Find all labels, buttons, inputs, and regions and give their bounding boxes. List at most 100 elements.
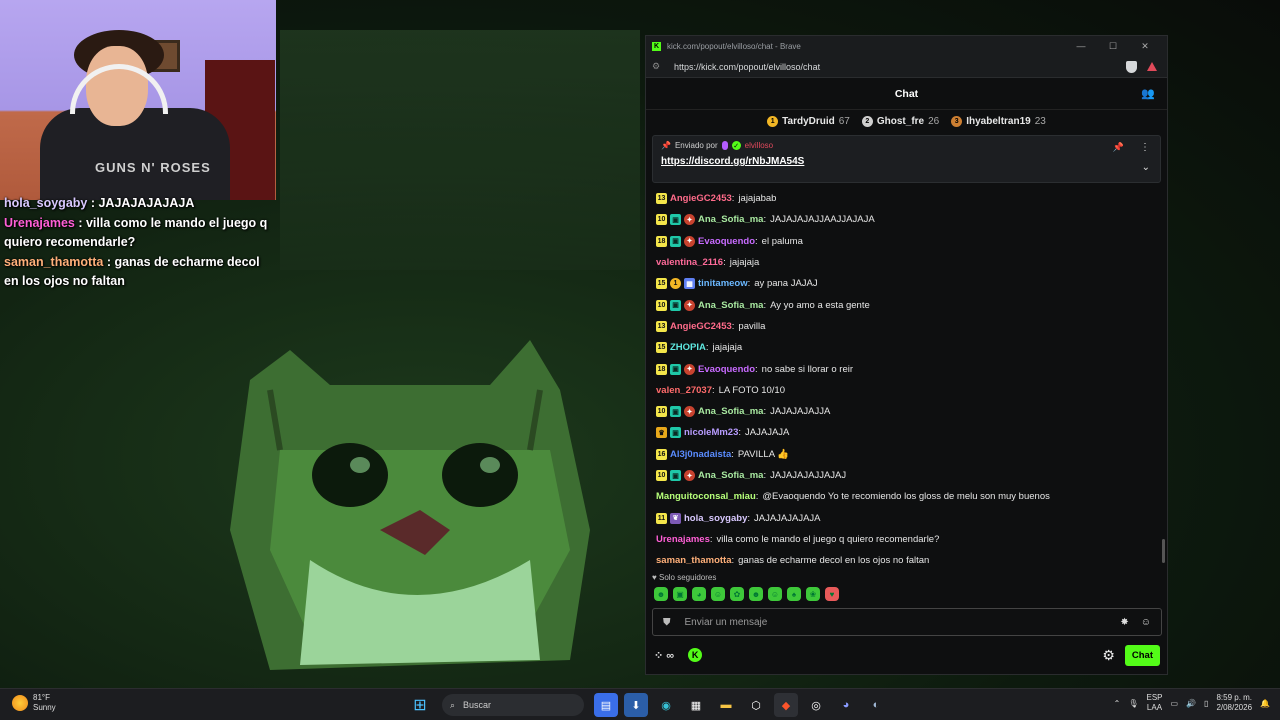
chat-text: villa como le mando el juego q quiero re…: [716, 533, 940, 545]
battery-icon[interactable]: ▯: [1204, 699, 1208, 708]
emote-icon[interactable]: ◕: [692, 587, 706, 601]
pinned-link[interactable]: https://discord.gg/rNbJMA54S: [661, 156, 1152, 167]
sub-badge-icon: 13: [656, 320, 667, 332]
weather-widget[interactable]: 81°F Sunny: [12, 693, 56, 713]
chat-username[interactable]: Evaoquendo: [698, 364, 755, 375]
close-button[interactable]: ✕: [1129, 41, 1161, 52]
emote-icon[interactable]: ♥: [825, 587, 839, 601]
chat-username[interactable]: saman_thamotta: [656, 555, 732, 566]
message-input[interactable]: Enviar un mensaje: [685, 617, 1109, 628]
discord-icon[interactable]: ◕: [834, 693, 858, 717]
background-wall: [280, 30, 640, 270]
chat-username[interactable]: Urenajames: [656, 534, 710, 545]
file-explorer-icon[interactable]: ▬: [714, 693, 738, 717]
leaderboard-entry[interactable]: 2 Ghost_fre 26: [861, 115, 939, 127]
emote-icon[interactable]: ☻: [654, 587, 668, 601]
microphone-icon[interactable]: 🎙: [1128, 699, 1138, 708]
steam-icon[interactable]: ◐: [864, 693, 888, 717]
volume-icon[interactable]: 🔊: [1186, 699, 1196, 708]
sub-badge-icon: 10: [656, 214, 667, 226]
emote-icon[interactable]: ❀: [806, 587, 820, 601]
app-icon-4[interactable]: ◎: [804, 693, 828, 717]
coin-badge-icon: 1: [670, 278, 681, 290]
chat-username[interactable]: Manguitoconsal_miau: [656, 491, 756, 502]
kick-favicon-icon: K: [652, 41, 661, 51]
users-icon[interactable]: 👥: [1141, 87, 1155, 100]
minimize-button[interactable]: —: [1065, 41, 1097, 51]
message-input-box[interactable]: ⛊ Enviar un mensaje ✸ ☺: [652, 608, 1162, 636]
chat-username[interactable]: Ana_Sofia_ma: [698, 214, 763, 225]
chat-scrollbar[interactable]: [1162, 539, 1165, 563]
notification-icon[interactable]: 🔔: [1260, 699, 1270, 708]
chevron-up-icon[interactable]: ⌃: [1114, 699, 1121, 708]
chat-message: 10 ▣ ✦ Ana_Sofia_ma: JAJAJAJAJJAAJJAJAJA: [656, 209, 1167, 230]
chat-text: LA FOTO 10/10: [718, 384, 786, 396]
emote-icon[interactable]: ☻: [749, 587, 763, 601]
overlay-message: hola_soygaby : JAJAJAJAJAJA: [0, 194, 276, 214]
brave-browser-icon[interactable]: ◆: [774, 693, 798, 717]
leaderboard-entry[interactable]: 1 TardyDruid 67: [767, 115, 850, 127]
emote-icon[interactable]: ☺: [711, 587, 725, 601]
chat-username[interactable]: valentina_2116: [656, 257, 723, 268]
pup-badge-icon: ❦: [670, 512, 681, 524]
chat-message: valen_27037: LA FOTO 10/10: [656, 380, 1167, 401]
chat-username[interactable]: Ana_Sofia_ma: [698, 300, 763, 311]
send-chat-button[interactable]: Chat: [1124, 644, 1160, 666]
chevron-down-icon[interactable]: ⌄: [1142, 162, 1150, 173]
overlay-username: saman_thamotta: [4, 254, 104, 269]
network-icon[interactable]: ▭: [1171, 699, 1179, 708]
edge-icon[interactable]: ◉: [654, 693, 678, 717]
gift-badge-icon: ✦: [684, 406, 695, 418]
chat-message: 10 ▣ ✦ Ana_Sofia_ma: JAJAJAJAJJA: [656, 401, 1167, 422]
app-icon-2[interactable]: ⬇: [624, 693, 648, 717]
app-icon-1[interactable]: ▤: [594, 693, 618, 717]
chat-text: ganas de echarme decol en los ojos no fa…: [738, 555, 930, 567]
chat-username[interactable]: valen_27037: [656, 385, 712, 396]
chat-username[interactable]: Evaoquendo: [698, 236, 755, 247]
gift-badge-icon: ✦: [684, 299, 695, 311]
chat-separator: :: [731, 320, 735, 332]
channel-points-icon[interactable]: ⁘ ∞: [654, 649, 674, 662]
chat-username[interactable]: ZHOPIA: [670, 342, 706, 353]
unpin-icon[interactable]: 📌: [1113, 142, 1124, 153]
verified-badge-icon: ✓: [731, 141, 741, 150]
pinned-message[interactable]: 📌 Enviado por ✓ elvilloso https://discor…: [652, 135, 1161, 183]
leaderboard-entry[interactable]: 3 Ihyabeltran19 23: [951, 115, 1046, 127]
site-settings-icon[interactable]: ⚙: [652, 61, 664, 72]
brave-shield-icon[interactable]: [1126, 60, 1137, 73]
channel-points-value: ∞: [666, 649, 675, 662]
kick-logo-icon[interactable]: K: [688, 648, 703, 662]
chat-username[interactable]: nicoleMm23: [684, 427, 738, 438]
sub-badge-icon: 18: [656, 363, 667, 375]
emote-icon[interactable]: ✿: [730, 587, 744, 601]
windows-start-icon[interactable]: ⊞: [408, 693, 432, 717]
quick-emote-icon[interactable]: ✸: [1120, 617, 1128, 628]
app-icon-3[interactable]: ⬡: [744, 693, 768, 717]
language-indicator[interactable]: ESP LAA: [1146, 693, 1162, 713]
chat-username[interactable]: Ana_Sofia_ma: [698, 406, 763, 417]
chat-username[interactable]: AngieGC2453: [670, 321, 732, 332]
clock-date: 2/08/2026: [1216, 703, 1253, 712]
emote-icon[interactable]: ☺: [768, 587, 782, 601]
chat-message: 13 AngieGC2453: jajajabab: [656, 188, 1167, 209]
taskbar-search[interactable]: ⌕ Buscar: [442, 694, 584, 716]
settings-gear-icon[interactable]: ⚙: [1102, 647, 1115, 664]
chat-username[interactable]: Ana_Sofia_ma: [698, 470, 763, 481]
emoji-icon[interactable]: ☺: [1141, 617, 1151, 628]
chat-username[interactable]: AngieGC2453: [670, 193, 732, 204]
clock[interactable]: 8:59 p. m. 2/08/2026: [1216, 693, 1252, 713]
chat-username[interactable]: Al3j0nadaista: [670, 449, 731, 460]
store-icon[interactable]: ▦: [684, 693, 708, 717]
chat-separator: :: [755, 363, 758, 375]
pinned-sender[interactable]: elvilloso: [745, 141, 773, 150]
chat-message: saman_thamotta: ganas de echarme decol en…: [656, 550, 1167, 568]
chat-username[interactable]: hola_soygaby: [684, 513, 747, 524]
sub-badge-icon: 10: [656, 406, 667, 418]
maximize-button[interactable]: ☐: [1097, 41, 1129, 52]
chat-username[interactable]: tinitameow: [698, 278, 748, 289]
emote-icon[interactable]: ▣: [673, 587, 687, 601]
url-field[interactable]: https://kick.com/popout/elvilloso/chat: [674, 62, 1126, 72]
brave-rewards-icon[interactable]: [1147, 62, 1157, 71]
more-options-icon[interactable]: ⋮: [1140, 142, 1150, 153]
emote-icon[interactable]: ♠: [787, 587, 801, 601]
